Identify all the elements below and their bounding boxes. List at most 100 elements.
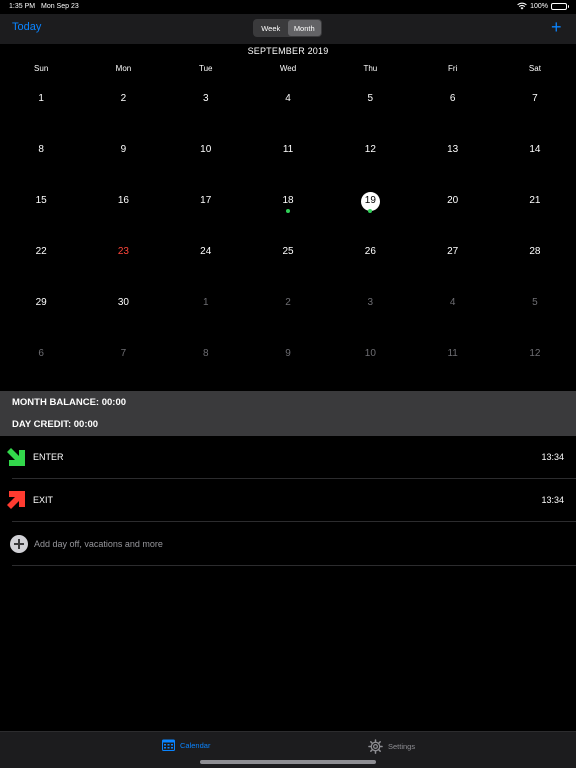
event-dot (286, 209, 291, 213)
calendar-day[interactable]: 13 (411, 127, 493, 178)
calendar-day[interactable]: 14 (494, 127, 576, 178)
calendar-day[interactable]: 30 (82, 280, 164, 331)
calendar-day[interactable]: 12 (329, 127, 411, 178)
day-number: 24 (200, 246, 212, 257)
day-number: 20 (447, 195, 459, 206)
calendar-icon (162, 739, 175, 751)
calendar-day[interactable]: 10 (165, 127, 247, 178)
calendar-day[interactable]: 5 (329, 76, 411, 127)
calendar-day[interactable]: 29 (0, 280, 82, 331)
day-number: 22 (35, 246, 47, 257)
day-number: 2 (285, 297, 291, 308)
calendar-day[interactable]: 1 (0, 76, 82, 127)
day-number: 3 (367, 297, 374, 308)
weekday-header: Sun Mon Tue Wed Thu Fri Sat (0, 64, 576, 76)
tab-settings[interactable]: Settings (368, 739, 415, 754)
calendar-day[interactable]: 15 (0, 178, 82, 229)
calendar-day[interactable]: 28 (494, 229, 576, 280)
calendar-day[interactable]: 17 (165, 178, 247, 229)
weekday-label: Fri (447, 64, 458, 73)
weekday-label: Wed (279, 64, 297, 73)
battery-icon (551, 2, 569, 10)
calendar-day[interactable]: 21 (494, 178, 576, 229)
entry-row-enter[interactable]: ENTER 13:34 (0, 436, 576, 479)
entry-row-exit[interactable]: EXIT 13:34 (0, 479, 576, 522)
calendar-day[interactable]: 4 (411, 280, 493, 331)
calendar-day[interactable]: 3 (329, 280, 411, 331)
day-number: 30 (117, 297, 129, 308)
tab-label: Calendar (180, 740, 211, 750)
day-number: 7 (120, 348, 127, 359)
calendar-day[interactable]: 7 (82, 331, 164, 382)
calendar-day[interactable]: 6 (0, 331, 82, 382)
add-day-off-row[interactable]: Add day off, vacations and more (0, 522, 576, 565)
add-day-off-label: Add day off, vacations and more (34, 539, 163, 549)
calendar-day[interactable]: 24 (165, 229, 247, 280)
calendar-day[interactable]: 11 (247, 127, 329, 178)
day-number: 1 (202, 297, 209, 308)
calendar-day[interactable]: 10 (329, 331, 411, 382)
nav-bar: Today Week Month + (0, 14, 576, 44)
day-number: 14 (529, 144, 541, 155)
calendar-day[interactable]: 8 (0, 127, 82, 178)
calendar-day[interactable]: 19 (329, 178, 411, 229)
day-credit-label: DAY CREDIT: 00:00 (12, 419, 99, 430)
day-number: 12 (529, 348, 541, 359)
day-number: 23 (117, 246, 129, 257)
calendar-day[interactable]: 9 (247, 331, 329, 382)
calendar-day[interactable]: 11 (411, 331, 493, 382)
day-number: 8 (38, 144, 44, 155)
day-number: 10 (364, 348, 376, 359)
calendar-day[interactable]: 9 (82, 127, 164, 178)
calendar-day[interactable]: 6 (411, 76, 493, 127)
calendar-day[interactable]: 26 (329, 229, 411, 280)
calendar-day[interactable]: 2 (247, 280, 329, 331)
today-button[interactable]: Today (12, 21, 41, 33)
day-number: 15 (35, 195, 47, 206)
calendar-day[interactable]: 8 (165, 331, 247, 382)
calendar-day[interactable]: 27 (411, 229, 493, 280)
status-right: 100% (517, 2, 569, 10)
calendar-day[interactable]: 23 (82, 229, 164, 280)
day-number: 3 (202, 93, 209, 104)
weekday-label: Sun (34, 64, 49, 73)
calendar-day[interactable]: 7 (494, 76, 576, 127)
day-number: 5 (532, 297, 538, 308)
add-circle-icon (10, 535, 28, 553)
calendar-day[interactable]: 3 (165, 76, 247, 127)
calendar-grid: 1 2 3 4 5 6 7 8 9 10 11 12 13 14 15 16 17 18 19 20 21 22 23 24 2… (0, 76, 576, 382)
status-time: 1:35 PM (9, 3, 36, 10)
separator (12, 565, 576, 566)
day-number: 27 (447, 246, 459, 257)
calendar-day[interactable]: 16 (82, 178, 164, 229)
day-number: 4 (449, 297, 456, 308)
event-dot (368, 209, 373, 213)
tab-label: Settings (388, 742, 416, 751)
day-number: 13 (447, 144, 459, 155)
segment-week[interactable]: Week (254, 20, 288, 36)
day-number: 29 (35, 297, 47, 308)
calendar-day[interactable]: 20 (411, 178, 493, 229)
day-number: 2 (120, 93, 127, 104)
battery-percent: 100% (530, 2, 548, 10)
calendar-day[interactable]: 18 (247, 178, 329, 229)
entry-label: EXIT (33, 495, 54, 505)
day-number: 4 (285, 93, 291, 104)
calendar-day[interactable]: 5 (494, 280, 576, 331)
status-bar: 1:35 PM Mon Sep 23 100% (0, 0, 576, 14)
day-number: 11 (447, 348, 458, 359)
calendar-day[interactable]: 1 (165, 280, 247, 331)
calendar-day[interactable]: 4 (247, 76, 329, 127)
tab-calendar[interactable]: Calendar (162, 739, 210, 751)
balance-panel: MONTH BALANCE: 00:00 DAY CREDIT: 00:00 (0, 391, 576, 436)
weekday-label: Thu (363, 64, 378, 73)
calendar-day[interactable]: 2 (82, 76, 164, 127)
calendar-day[interactable]: 25 (247, 229, 329, 280)
weekday-label: Tue (198, 64, 213, 73)
view-segmented-control: Week Month (253, 19, 322, 37)
calendar-day[interactable]: 12 (494, 331, 576, 382)
segment-month[interactable]: Month (287, 20, 321, 36)
add-button[interactable]: + (551, 17, 562, 37)
calendar-day[interactable]: 22 (0, 229, 82, 280)
day-number: 18 (282, 195, 294, 206)
